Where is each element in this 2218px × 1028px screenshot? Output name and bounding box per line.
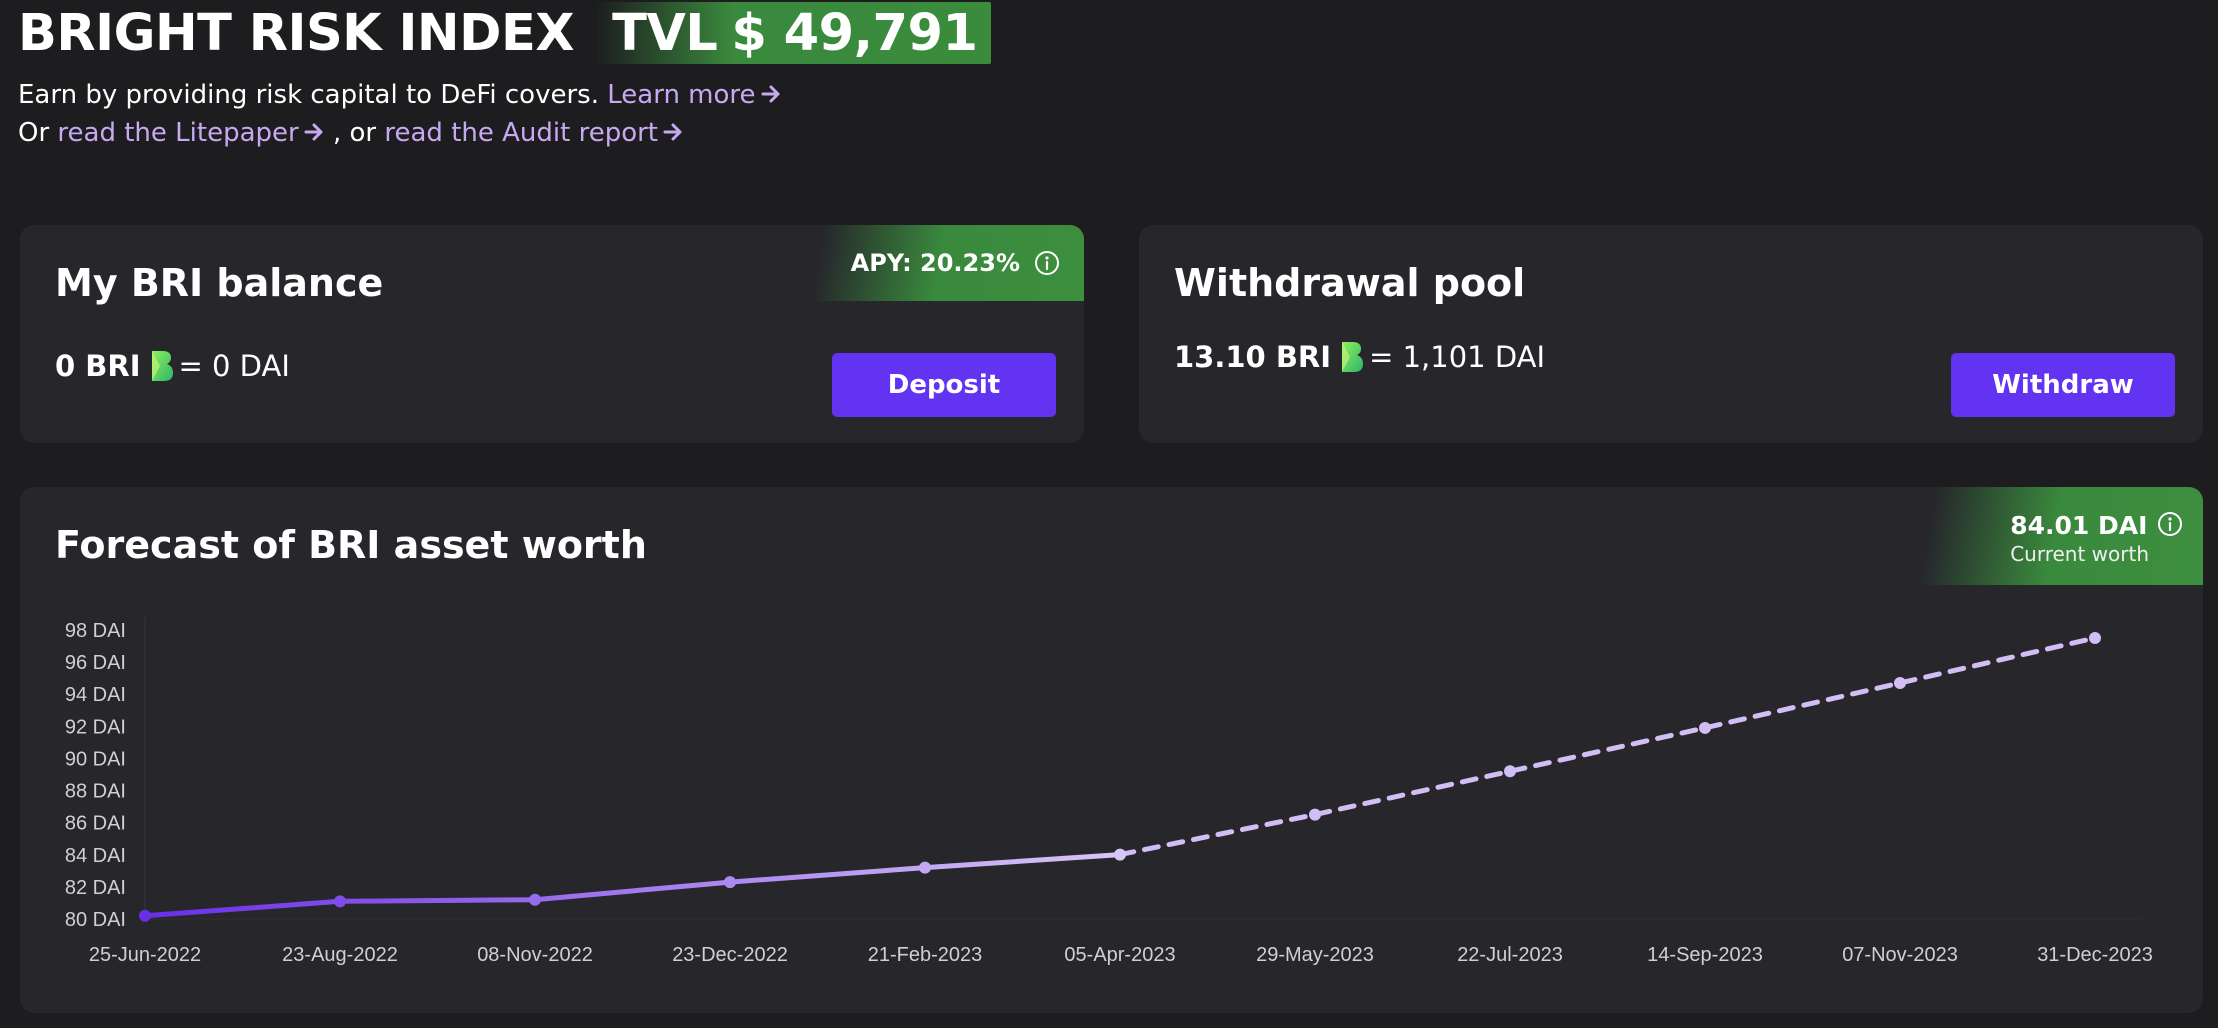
data-point[interactable]: [724, 876, 736, 889]
data-point[interactable]: [1699, 721, 1711, 734]
x-tick-label: 23-Aug-2022: [282, 944, 398, 966]
intro-line-1: Earn by providing risk capital to DeFi c…: [18, 80, 782, 110]
arrow-right-icon: [304, 123, 323, 141]
withdrawal-bri-amount: 13.10 BRI: [1174, 340, 1332, 374]
x-tick-label: 22-Jul-2023: [1457, 944, 1563, 966]
dai-equivalent: = 0 DAI: [178, 349, 290, 383]
audit-report-label: read the Audit report: [384, 118, 658, 148]
withdrawal-card-title: Withdrawal pool: [1174, 261, 1526, 305]
intro-or-text: Or: [18, 118, 50, 148]
x-tick-label: 25-Jun-2022: [89, 944, 201, 966]
balance-card-title: My BRI balance: [55, 261, 384, 305]
apy-badge: APY: 20.23%: [764, 225, 1084, 301]
data-point[interactable]: [1894, 676, 1906, 689]
intro-or-text-2: , or: [332, 118, 377, 148]
bri-token-logo: [151, 351, 173, 381]
arrow-right-icon: [663, 123, 682, 141]
tvl-value: $ 49,791: [731, 3, 978, 63]
learn-more-label: Learn more: [607, 80, 756, 110]
info-icon[interactable]: [1034, 250, 1060, 276]
withdrawal-card: Withdrawal pool 13.10 BRI = 1,101 DAI Wi…: [1139, 225, 2203, 443]
y-tick-label: 88 DAI: [65, 781, 126, 803]
y-tick-label: 90 DAI: [65, 748, 126, 770]
data-point[interactable]: [334, 895, 346, 908]
tvl-badge: TVL $ 49,791: [596, 2, 992, 64]
learn-more-link[interactable]: Learn more: [607, 80, 781, 110]
withdraw-button[interactable]: Withdraw: [1951, 353, 2175, 417]
page-title: BRIGHT RISK INDEX: [18, 3, 575, 63]
x-tick-label: 07-Nov-2023: [1842, 944, 1958, 966]
data-point[interactable]: [1114, 848, 1126, 861]
deposit-button-label: Deposit: [887, 370, 1001, 400]
apy-value: APY: 20.23%: [850, 249, 1020, 277]
balance-card: APY: 20.23% My BRI balance 0 BRI = 0 DAI…: [20, 225, 1084, 443]
history-series-line: [142, 852, 1123, 919]
y-tick-label: 94 DAI: [65, 684, 126, 706]
data-point[interactable]: [1309, 808, 1321, 821]
forecast-chart: 80 DAI 82 DAI 84 DAI 86 DAI 88 DAI 90 DAI 92 D…: [65, 617, 2153, 966]
x-tick-label: 23-Dec-2022: [672, 944, 788, 966]
litepaper-label: read the Litepaper: [57, 118, 299, 148]
tvl-label: TVL: [612, 3, 718, 63]
bri-amount: 0 BRI: [55, 349, 141, 383]
x-tick-label: 08-Nov-2022: [477, 944, 593, 966]
withdrawal-amount: 13.10 BRI = 1,101 DAI: [1174, 340, 1545, 374]
y-tick-label: 92 DAI: [65, 716, 126, 738]
data-point[interactable]: [529, 893, 541, 906]
x-tick-label: 21-Feb-2023: [868, 944, 983, 966]
intro-text: Earn by providing risk capital to DeFi c…: [18, 80, 599, 110]
balance-amount: 0 BRI = 0 DAI: [55, 349, 290, 383]
forecast-series-line: [1117, 635, 2098, 858]
y-tick-label: 96 DAI: [65, 652, 126, 674]
y-tick-label: 80 DAI: [65, 909, 126, 931]
withdraw-button-label: Withdraw: [1992, 370, 2134, 400]
litepaper-link[interactable]: read the Litepaper: [57, 118, 333, 148]
intro-line-2: Or read the Litepaper , or read the Audi…: [18, 118, 684, 148]
data-point[interactable]: [1504, 765, 1516, 778]
bri-token-logo: [1342, 342, 1364, 372]
forecast-card: 84.01 DAI Current worth Forecast of BRI …: [20, 487, 2203, 1013]
y-tick-label: 84 DAI: [65, 845, 126, 867]
page: BRIGHT RISK INDEX TVL $ 49,791 Earn by p…: [0, 0, 2218, 1028]
data-point[interactable]: [919, 861, 931, 874]
withdrawal-dai-equivalent: = 1,101 DAI: [1369, 340, 1546, 374]
page-header: BRIGHT RISK INDEX TVL $ 49,791: [18, 2, 992, 64]
data-point[interactable]: [2089, 632, 2101, 645]
x-tick-label: 31-Dec-2023: [2037, 944, 2153, 966]
deposit-button[interactable]: Deposit: [832, 353, 1056, 417]
x-tick-label: 14-Sep-2023: [1647, 944, 1763, 966]
y-tick-label: 98 DAI: [65, 620, 126, 642]
audit-report-link[interactable]: read the Audit report: [384, 118, 684, 148]
x-tick-label: 29-May-2023: [1256, 944, 1374, 966]
data-point[interactable]: [139, 909, 151, 922]
arrow-right-icon: [761, 85, 780, 103]
y-tick-label: 86 DAI: [65, 813, 126, 835]
x-tick-label: 05-Apr-2023: [1064, 944, 1175, 966]
y-tick-label: 82 DAI: [65, 877, 126, 899]
